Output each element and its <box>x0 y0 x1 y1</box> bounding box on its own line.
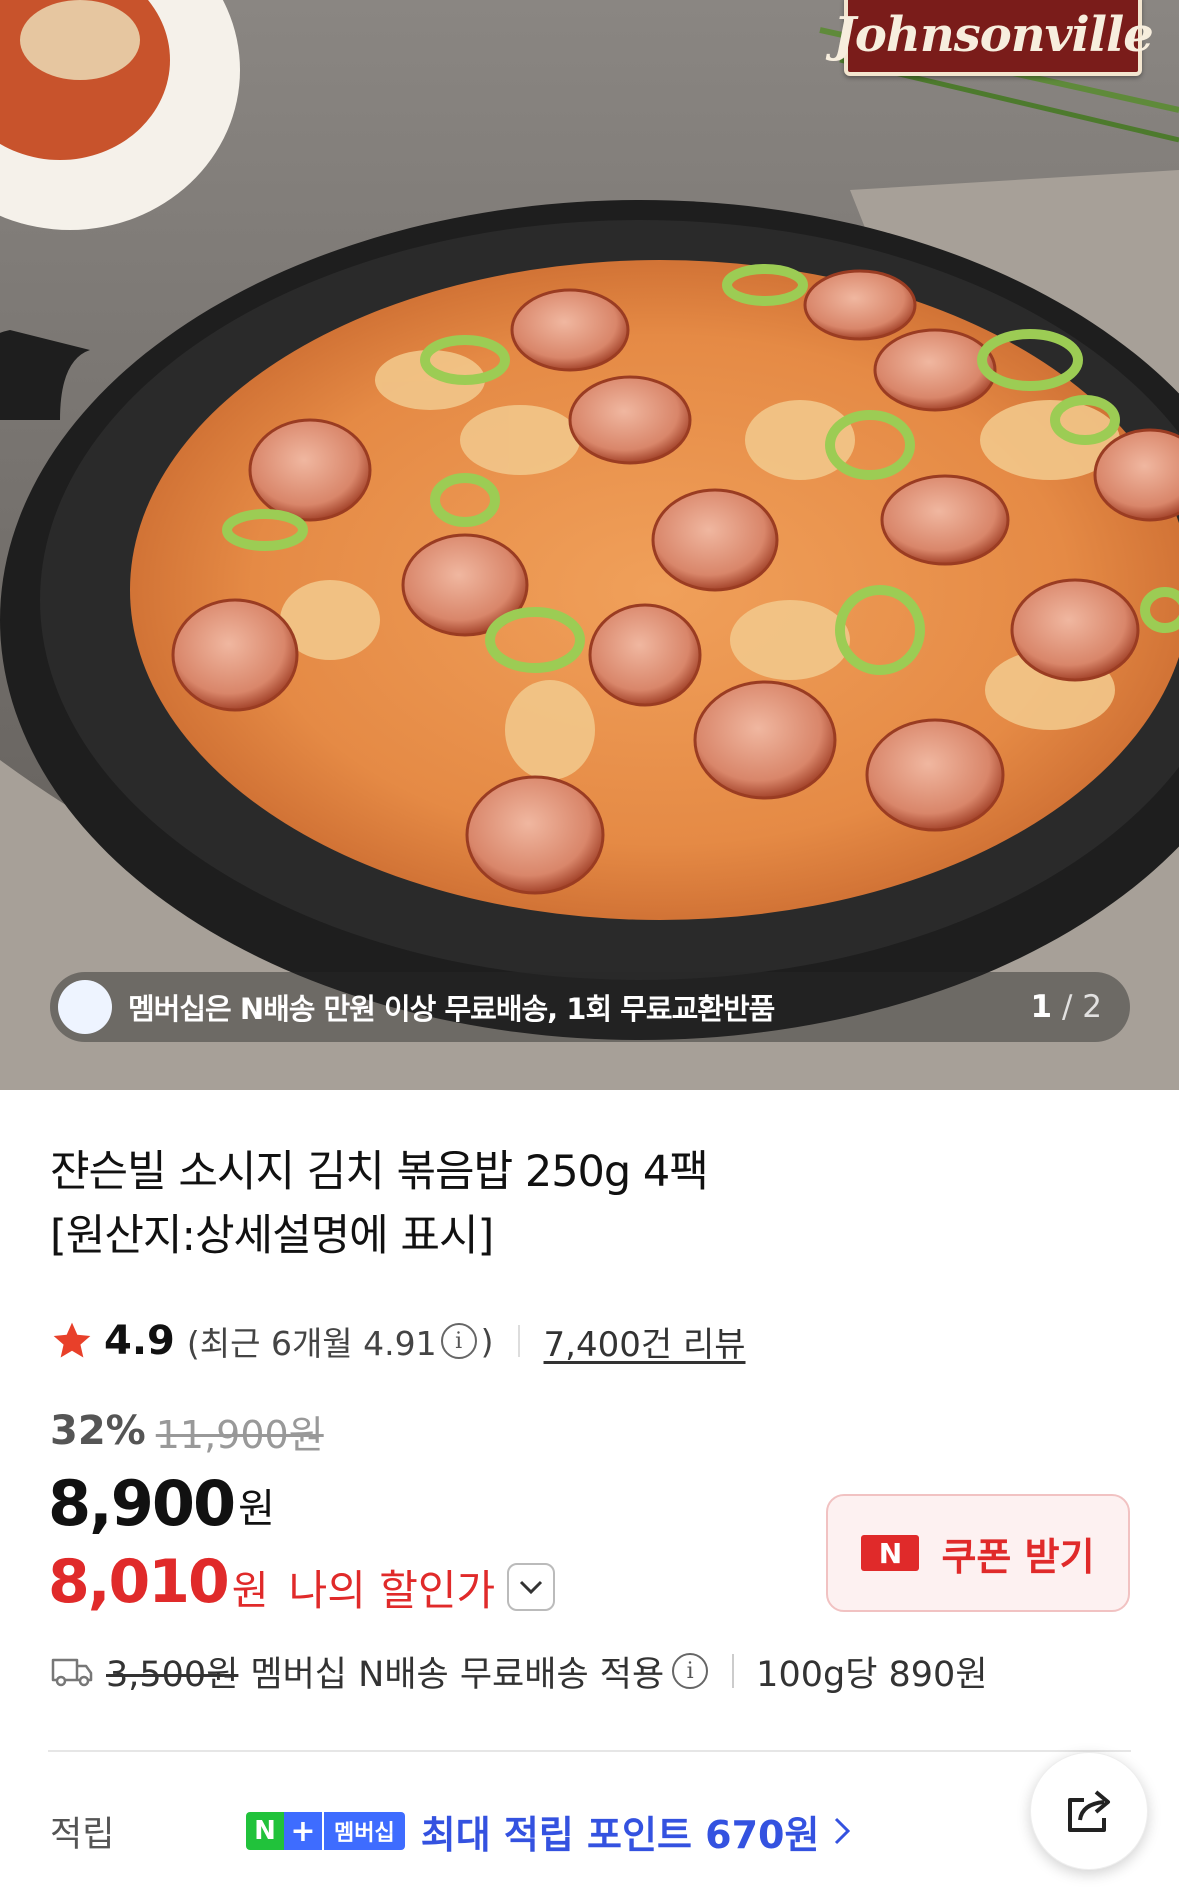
review-count-link[interactable]: 7,400건 리뷰 <box>544 1317 746 1366</box>
coupon-button-label: 쿠폰 받기 <box>941 1534 1095 1579</box>
my-discount-price-row[interactable]: 8,010 원 나의 할인가 <box>48 1544 556 1620</box>
product-title: 쟌슨빌 소시지 김치 볶음밥 250g 4팩 [원산지:상세설명에 표시] <box>50 1140 930 1268</box>
rating-score: 4.9 <box>104 1318 175 1364</box>
notice-avatar-icon <box>58 980 112 1034</box>
my-discount-price-unit: 원 <box>231 1568 269 1614</box>
naver-n-icon: N <box>861 1535 920 1571</box>
recent-rating-close: ) <box>480 1321 494 1361</box>
chevron-down-icon[interactable] <box>507 1563 556 1611</box>
product-title-line1: 쟌슨빌 소시지 김치 볶음밥 250g 4팩 <box>50 1147 709 1197</box>
discount-row: 32% 11,900원 <box>50 1406 324 1457</box>
brand-logo: Johnsonville <box>833 0 1154 76</box>
original-price: 11,900원 <box>155 1412 324 1457</box>
divider <box>732 1654 735 1688</box>
points-row[interactable]: 적립 N + 멤버십 최대 적립 포인트 670원 <box>50 1800 851 1862</box>
share-button[interactable] <box>1030 1752 1148 1870</box>
product-photo <box>0 0 1179 1090</box>
brand-logo-text: Johnsonville <box>833 7 1154 63</box>
coupon-button[interactable]: N 쿠폰 받기 <box>826 1494 1130 1612</box>
product-title-line2: [원산지:상세설명에 표시] <box>50 1211 494 1261</box>
price-row: 8,900 원 <box>48 1466 275 1542</box>
sale-price-unit: 원 <box>238 1486 275 1532</box>
divider <box>517 1325 520 1357</box>
recent-rating-text: (최근 6개월 4.91 <box>186 1324 437 1363</box>
pager-current: 1 <box>1030 989 1053 1025</box>
pager-total: 2 <box>1082 989 1102 1025</box>
my-discount-price: 8,010 <box>48 1547 230 1617</box>
membership-badge: N + 멤버십 <box>246 1812 405 1850</box>
shipping-fee: 3,500원 <box>106 1654 239 1695</box>
unit-price: 100g당 890원 <box>756 1654 988 1695</box>
rating-row: 4.9 (최근 6개월 4.91 i ) 7,400건 리뷰 <box>50 1316 746 1366</box>
shipping-text: 멤버십 N배송 무료배송 적용 <box>250 1654 665 1695</box>
share-icon <box>1068 1790 1110 1832</box>
star-icon <box>53 1322 91 1358</box>
shipping-row: 3,500원 멤버십 N배송 무료배송 적용 i 100g당 890원 <box>50 1646 988 1696</box>
my-discount-label: 나의 할인가 <box>288 1565 496 1615</box>
product-image-carousel[interactable]: Johnsonville 멤버십은 N배송 만원 이상 무료배송, 1회 무료교… <box>0 0 1179 1090</box>
badge-plus: + <box>284 1812 322 1850</box>
image-pager: 1 / 2 <box>1031 989 1102 1025</box>
membership-notice-bar[interactable]: 멤버십은 N배송 만원 이상 무료배송, 1회 무료교환반품 1 / 2 <box>50 972 1130 1042</box>
pager-separator: / <box>1061 989 1073 1025</box>
section-divider <box>48 1750 1131 1752</box>
notice-text: 멤버십은 N배송 만원 이상 무료배송, 1회 무료교환반품 <box>128 992 775 1026</box>
discount-rate: 32% <box>50 1408 146 1454</box>
badge-text: 멤버십 <box>322 1812 405 1850</box>
chevron-right-icon <box>835 1817 851 1845</box>
recent-rating: (최근 6개월 4.91 i ) <box>187 1317 494 1365</box>
shipping-info-icon[interactable]: i <box>672 1653 709 1689</box>
truck-icon <box>51 1658 93 1687</box>
max-points-text: 최대 적립 포인트 670원 <box>420 1812 820 1857</box>
info-icon[interactable]: i <box>440 1323 477 1359</box>
badge-n: N <box>246 1812 284 1850</box>
points-label: 적립 <box>50 1814 115 1855</box>
sale-price: 8,900 <box>48 1467 236 1540</box>
